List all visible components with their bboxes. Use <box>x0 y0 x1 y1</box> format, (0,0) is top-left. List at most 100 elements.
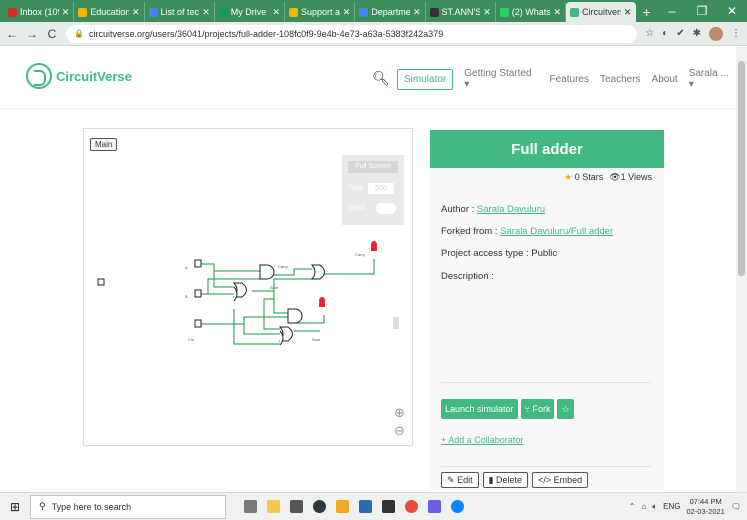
app-icon[interactable] <box>428 500 441 513</box>
simulator-control-panel: Full Screen Time 500 Clock <box>342 155 404 225</box>
chrome-icon[interactable] <box>405 500 418 513</box>
network-icon[interactable]: ⌂ <box>641 502 646 511</box>
nav-about[interactable]: About <box>652 74 678 85</box>
forward-icon[interactable]: → <box>26 27 38 41</box>
maximize-icon[interactable]: ❐ <box>687 0 717 22</box>
tray-chevron-icon[interactable]: ⌃ <box>629 502 636 511</box>
browser-tab[interactable]: Circuitverse✕ <box>566 2 637 22</box>
clock-toggle[interactable] <box>376 203 396 214</box>
browser-tab[interactable]: Departmen✕ <box>355 2 426 22</box>
author-link[interactable]: Sarala Davuluru <box>477 204 545 215</box>
browser-tab[interactable]: List of techi✕ <box>145 2 215 22</box>
profile-avatar[interactable] <box>709 26 723 41</box>
b-label: B <box>185 294 188 299</box>
browser-tab[interactable]: ST.ANN'S C✕ <box>426 2 496 22</box>
full-screen-button[interactable]: Full Screen <box>348 161 398 173</box>
extension-icon[interactable]: ◐ <box>662 28 668 39</box>
taskbar-search[interactable]: ⚲ Type here to search <box>30 494 226 519</box>
browser-tab[interactable]: Educationa✕ <box>74 2 145 22</box>
notifications-icon[interactable]: 🗨︎ <box>731 502 741 511</box>
forked-link[interactable]: Sarala Davuluru/Full adder <box>500 226 613 237</box>
divider <box>441 382 651 383</box>
tab-favicon-icon <box>148 7 158 17</box>
task-view-icon[interactable] <box>244 500 257 513</box>
tab-close-icon[interactable]: ✕ <box>553 7 561 18</box>
system-tray: ⌃ ⌂ 🔈︎ ENG 07:44 PM 02-03-2021 🗨︎ <box>629 497 747 517</box>
tab-close-icon[interactable]: ✕ <box>62 7 70 18</box>
extension-icon[interactable]: ✔ <box>676 28 684 39</box>
simulator-preview[interactable]: Carry Sum Cin A B Carry Sum Main Full Sc… <box>83 128 413 446</box>
a-label: A <box>185 265 188 270</box>
brand-name: CircuitVerse <box>56 68 132 84</box>
clock-time: 07:44 PM <box>689 496 722 506</box>
taskbar-clock[interactable]: 07:44 PM 02-03-2021 <box>686 497 724 517</box>
stars-count: 0 Stars <box>574 172 604 182</box>
tab-close-icon[interactable]: ✕ <box>483 7 491 18</box>
search-icon[interactable]: 🔍︎ <box>372 70 390 87</box>
scrollbar-thumb[interactable] <box>738 61 745 276</box>
tab-title: Educationa <box>90 7 129 17</box>
tab-title: ST.ANN'S C <box>441 7 481 17</box>
browser-menu-icon[interactable]: ⋮ <box>731 28 741 39</box>
volume-icon[interactable]: 🔈︎ <box>652 502 657 512</box>
app-icon[interactable] <box>359 500 372 513</box>
edit-button[interactable]: ✎ Edit <box>441 472 479 488</box>
language-indicator[interactable]: ENG <box>663 502 680 511</box>
tab-title: Departmen <box>371 7 410 17</box>
site-logo[interactable]: CircuitVerse <box>26 63 132 89</box>
launch-simulator-button[interactable]: Launch simulator <box>441 399 518 419</box>
nav-simulator[interactable]: Simulator <box>397 68 454 90</box>
tab-favicon-icon <box>499 7 509 17</box>
tab-close-icon[interactable]: ✕ <box>132 7 140 18</box>
bookmark-star-icon[interactable]: ☆ <box>645 28 654 39</box>
nav-links: Simulator Getting Started ▾ Features Tea… <box>397 68 736 90</box>
tab-title: (2) WhatsA <box>511 7 551 17</box>
new-tab-button[interactable]: + <box>636 2 657 22</box>
zoom-in-icon[interactable]: ⊕ <box>394 405 405 421</box>
reload-icon[interactable]: C <box>46 27 58 41</box>
app-icon[interactable] <box>313 500 326 513</box>
store-icon[interactable] <box>290 500 303 513</box>
time-input[interactable]: 500 <box>368 183 394 194</box>
browser-tab[interactable]: Support a S✕ <box>285 2 356 22</box>
taskbar-search-placeholder: Type here to search <box>51 501 132 512</box>
author-row: Author : Sarala Davuluru <box>441 204 546 215</box>
browser-tab[interactable]: My Drive - ✕ <box>215 2 285 22</box>
clock-date: 02-03-2021 <box>686 506 725 516</box>
star-button[interactable]: ☆ <box>557 399 574 419</box>
embed-button[interactable]: </> Embed <box>532 472 589 488</box>
nav-teachers[interactable]: Teachers <box>600 74 641 85</box>
star-outline-icon: ☆ <box>561 404 570 414</box>
tab-close-icon[interactable]: ✕ <box>624 7 632 18</box>
delete-button[interactable]: ▮ Delete <box>482 472 529 488</box>
tab-close-icon[interactable]: ✕ <box>202 7 210 18</box>
tab-close-icon[interactable]: ✕ <box>413 7 421 18</box>
tab-close-icon[interactable]: ✕ <box>343 7 351 18</box>
add-collaborator-link[interactable]: + Add a Collaborator <box>441 435 523 445</box>
windows-start-icon[interactable]: ⊞ <box>0 500 30 514</box>
extensions-puzzle-icon[interactable]: ✱ <box>693 28 701 39</box>
main-circuit-tab[interactable]: Main <box>90 138 118 151</box>
close-window-icon[interactable]: ✕ <box>717 0 747 22</box>
tab-title: List of techi <box>160 7 200 17</box>
file-explorer-icon[interactable] <box>267 500 280 513</box>
app-icon[interactable] <box>382 500 395 513</box>
browser-tab[interactable]: Inbox (109 ✕ <box>4 2 75 22</box>
page-scrollbar[interactable] <box>736 47 747 492</box>
tab-favicon-icon <box>429 7 439 17</box>
fork-button[interactable]: ⑂ Fork <box>520 399 555 419</box>
taskbar-apps <box>244 500 464 513</box>
url-field[interactable]: 🔒 circuitverse.org/users/36041/projects/… <box>66 24 638 43</box>
tab-close-icon[interactable]: ✕ <box>272 7 280 18</box>
app-icon[interactable] <box>336 500 349 513</box>
back-icon[interactable]: ← <box>6 27 18 41</box>
nav-getting-started[interactable]: Getting Started ▾ <box>464 68 538 90</box>
star-icon: ★ <box>564 172 573 182</box>
minimize-icon[interactable]: – <box>657 0 687 22</box>
nav-features[interactable]: Features <box>550 74 589 85</box>
project-actions: Launch simulator ⑂ Fork ☆ <box>441 399 574 419</box>
browser-tab[interactable]: (2) WhatsA✕ <box>496 2 566 22</box>
edge-icon[interactable] <box>451 500 464 513</box>
nav-user-menu[interactable]: Sarala ... ▾ <box>689 68 736 90</box>
zoom-out-icon[interactable]: ⊖ <box>394 423 405 439</box>
